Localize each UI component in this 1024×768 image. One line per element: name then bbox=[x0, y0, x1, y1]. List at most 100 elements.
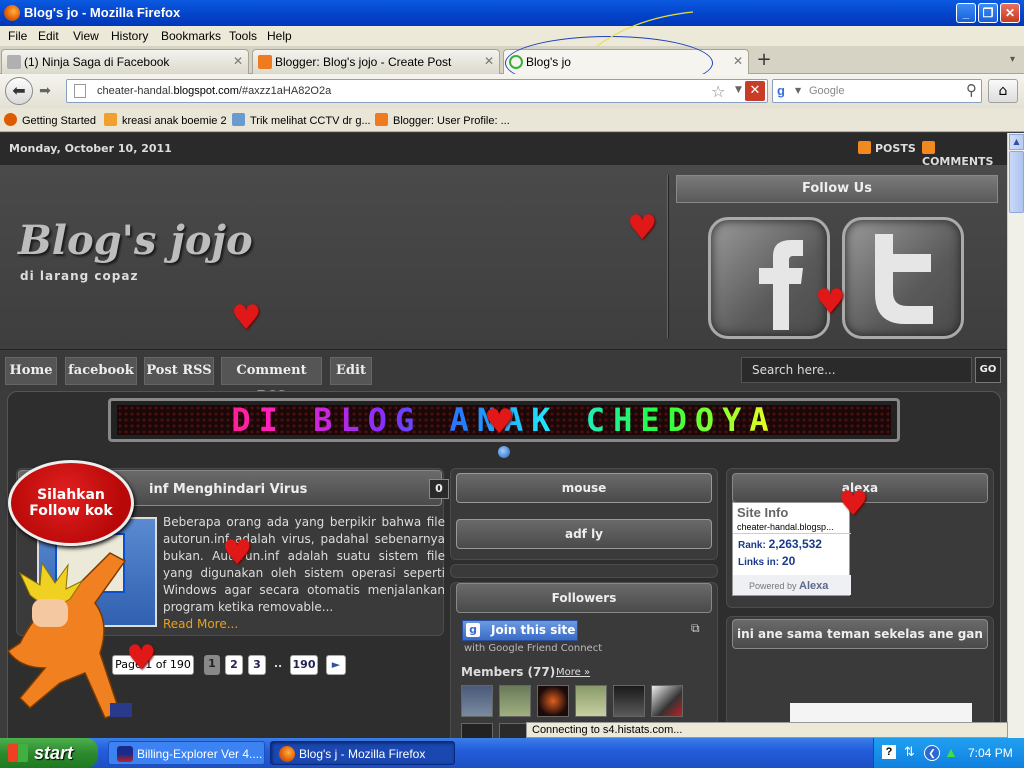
close-tab-icon[interactable]: ✕ bbox=[484, 54, 494, 68]
alexa-widget[interactable]: Site Info cheater-handal.blogsp... Rank:… bbox=[732, 502, 851, 596]
naruto-figure bbox=[6, 552, 132, 719]
pager-last[interactable]: 190 bbox=[290, 655, 318, 675]
pager-page-3[interactable]: 3 bbox=[248, 655, 266, 675]
stop-button[interactable]: ✕ bbox=[745, 81, 765, 101]
comments-rss-link[interactable]: COMMENTS bbox=[922, 141, 1007, 168]
bookmarks-toolbar: Getting Started kreasi anak boemie 2 Tri… bbox=[0, 108, 1024, 132]
heart-decoration: ♥ bbox=[838, 484, 869, 524]
date-label: Monday, October 10, 2011 bbox=[9, 142, 172, 155]
nav-post-rss[interactable]: Post RSS bbox=[144, 357, 214, 385]
go-button[interactable]: GO bbox=[975, 357, 1001, 383]
member-avatar[interactable] bbox=[499, 685, 531, 717]
facebook-icon[interactable] bbox=[708, 217, 830, 339]
member-avatar[interactable] bbox=[613, 685, 645, 717]
title-bar: Blog's jo - Mozilla Firefox _ ❐ ✕ bbox=[0, 0, 1024, 26]
comment-count[interactable]: 0 bbox=[429, 479, 449, 499]
post-title[interactable]: inf Menghindari Virus bbox=[149, 482, 307, 497]
warning-icon[interactable]: ▲ bbox=[944, 744, 958, 760]
close-button[interactable]: ✕ bbox=[1000, 3, 1020, 23]
minimize-button[interactable]: _ bbox=[956, 3, 976, 23]
home-button[interactable]: ⌂ bbox=[988, 79, 1018, 103]
menu-history[interactable]: History bbox=[111, 29, 148, 43]
restore-button[interactable]: ❐ bbox=[978, 3, 998, 23]
menu-edit[interactable]: Edit bbox=[38, 29, 59, 43]
google-icon[interactable]: g bbox=[777, 83, 793, 99]
close-tab-icon[interactable]: ✕ bbox=[233, 54, 243, 68]
address-bar[interactable]: cheater-handal.blogspot.com/#axzz1aHA82O… bbox=[66, 79, 768, 103]
twitter-icon[interactable] bbox=[842, 217, 964, 339]
rss-icon bbox=[922, 141, 935, 154]
post-excerpt: Beberapa orang ada yang berpikir bahwa f… bbox=[163, 515, 445, 631]
search-bar[interactable]: g ▼ Google ⚲ bbox=[772, 79, 982, 103]
bookmark-star-icon[interactable]: ☆ bbox=[711, 82, 725, 101]
tray-arrow-icon[interactable]: ❮ bbox=[924, 745, 940, 761]
firefox-icon bbox=[279, 746, 295, 762]
alexa-links: Links in: 20 bbox=[738, 554, 796, 568]
blog-nav-menu: Home facebook Post RSS Comment RSS Edit … bbox=[0, 351, 1007, 404]
start-button[interactable]: start bbox=[0, 738, 98, 768]
powered-by-alexa: Powered by Alexa bbox=[733, 575, 851, 595]
site-info-label: Site Info bbox=[737, 505, 789, 520]
system-tray: ? ⇅ ❮ ▲ 7:04 PM bbox=[873, 738, 1024, 768]
window-title: Blog's jo - Mozilla Firefox bbox=[24, 5, 181, 20]
help-icon[interactable]: ? bbox=[882, 745, 896, 759]
back-button[interactable]: ⬅ bbox=[5, 77, 33, 105]
posts-rss-link[interactable]: POSTS bbox=[858, 141, 916, 155]
member-avatar[interactable] bbox=[461, 723, 493, 738]
url-text: cheater-handal.blogspot.com/#axzz1aHA82O… bbox=[97, 85, 332, 97]
annotation-line bbox=[596, 11, 694, 47]
menu-help[interactable]: Help bbox=[267, 29, 292, 43]
more-members-link[interactable]: More » bbox=[556, 667, 590, 678]
bookmark-getting-started[interactable]: Getting Started bbox=[4, 113, 96, 127]
close-tab-icon[interactable]: ✕ bbox=[733, 54, 743, 68]
pager-ellipsis: .. bbox=[273, 657, 283, 670]
tab-blogger[interactable]: Blogger: Blog's jojo - Create Post ✕ bbox=[252, 49, 500, 74]
scroll-up-icon[interactable]: ▲ bbox=[1009, 134, 1024, 150]
expand-icon[interactable]: ⧉ bbox=[691, 621, 700, 636]
network-icon[interactable]: ⇅ bbox=[904, 744, 915, 760]
url-dropdown-icon[interactable]: ▼ bbox=[735, 85, 742, 95]
blog-description: di larang copaz bbox=[20, 269, 139, 283]
read-more-link[interactable]: Read More... bbox=[163, 617, 238, 631]
tab-ninja-saga[interactable]: (1) Ninja Saga di Facebook ✕ bbox=[1, 49, 249, 74]
followers-header: Followers bbox=[456, 583, 712, 613]
header-divider bbox=[667, 175, 669, 338]
blog-header: Blog's jojo di larang copaz Follow Us bbox=[0, 165, 1007, 350]
page-icon bbox=[232, 113, 245, 126]
member-avatar[interactable] bbox=[651, 685, 683, 717]
heart-decoration: ♥ bbox=[484, 402, 515, 442]
bookmark-cctv[interactable]: Trik melihat CCTV dr g... bbox=[232, 113, 371, 127]
menu-tools[interactable]: Tools bbox=[229, 29, 257, 43]
scroll-thumb[interactable] bbox=[1009, 151, 1024, 213]
pager-next[interactable]: ► bbox=[326, 655, 346, 675]
tab-label: (1) Ninja Saga di Facebook bbox=[24, 55, 170, 69]
menu-bookmarks[interactable]: Bookmarks bbox=[161, 29, 221, 43]
top-strip: Monday, October 10, 2011 POSTS COMMENTS bbox=[0, 133, 1007, 168]
search-engine-dropdown-icon[interactable]: ▼ bbox=[795, 86, 801, 95]
new-tab-button[interactable]: + bbox=[751, 49, 777, 74]
menu-view[interactable]: View bbox=[73, 29, 99, 43]
bookmark-kreasi[interactable]: kreasi anak boemie 2 bbox=[104, 113, 227, 127]
status-bar: Connecting to s4.histats.com... bbox=[526, 722, 1008, 738]
blog-search-input[interactable]: Search here... bbox=[741, 357, 972, 383]
blog-title[interactable]: Blog's jojo bbox=[18, 217, 253, 264]
taskbar-firefox[interactable]: Blog's j - Mozilla Firefox bbox=[270, 741, 455, 765]
taskbar-billing-explorer[interactable]: Billing-Explorer Ver 4.... bbox=[108, 741, 265, 765]
nav-comment-rss[interactable]: Comment RSS bbox=[221, 357, 322, 404]
member-avatar[interactable] bbox=[461, 685, 493, 717]
vertical-scrollbar[interactable]: ▲ bbox=[1007, 133, 1024, 738]
member-avatar[interactable] bbox=[575, 685, 607, 717]
search-icon[interactable]: ⚲ bbox=[966, 81, 977, 99]
member-avatar[interactable] bbox=[537, 685, 569, 717]
clock[interactable]: 7:04 PM bbox=[968, 746, 1013, 760]
pager-page-2[interactable]: 2 bbox=[225, 655, 243, 675]
join-site-button[interactable]: g Join this site bbox=[462, 620, 578, 641]
classmates-header: ini ane sama teman sekelas ane gan bbox=[732, 619, 988, 649]
nav-facebook[interactable]: facebook bbox=[65, 357, 137, 385]
bookmark-blogger-profile[interactable]: Blogger: User Profile: ... bbox=[375, 113, 510, 127]
nav-home[interactable]: Home bbox=[5, 357, 57, 385]
nav-edit[interactable]: Edit bbox=[330, 357, 372, 385]
tab-list-arrow-icon[interactable]: ▾ bbox=[1010, 54, 1015, 65]
forward-button[interactable]: ➡ bbox=[34, 81, 56, 101]
menu-file[interactable]: File bbox=[8, 29, 27, 43]
